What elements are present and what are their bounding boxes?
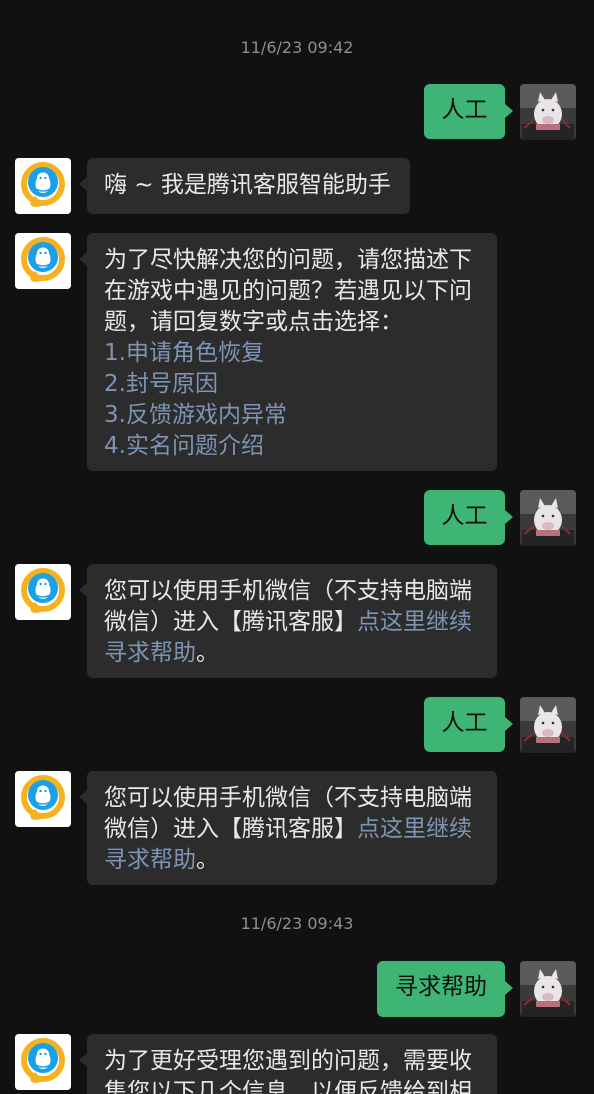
qq-penguin-logo-icon [15,771,71,827]
bot-avatar[interactable] [15,233,71,289]
option-link[interactable]: 2.封号原因 [104,369,480,400]
message-text-line: 您可以使用手机微信（不支持电脑端 [104,578,472,604]
message-text-line: 为了尽快解决您的问题，请您描述下 [104,247,472,273]
option-link[interactable]: 3.反馈游戏内异常 [104,400,480,431]
bot-avatar[interactable] [15,1034,71,1090]
message-text-line: 微信）进入【腾讯客服】点这里继续 [104,814,480,845]
user-avatar-image [520,697,576,753]
message-text-line: 寻求帮助。 [104,638,480,669]
user-avatar[interactable] [520,697,576,753]
incoming-message-bubble[interactable]: 您可以使用手机微信（不支持电脑端 微信）进入【腾讯客服】点这里继续 寻求帮助。 [79,771,497,885]
message-text: 。 [196,640,219,666]
incoming-message-bubble[interactable]: 您可以使用手机微信（不支持电脑端 微信）进入【腾讯客服】点这里继续 寻求帮助。 [79,564,497,678]
qq-penguin-logo-icon [15,233,71,289]
help-link[interactable]: 寻求帮助 [104,640,196,666]
message-text: 微信）进入【腾讯客服】 [104,816,357,842]
bot-avatar[interactable] [15,771,71,827]
qq-penguin-logo-icon [15,564,71,620]
message-text: 微信）进入【腾讯客服】 [104,609,357,635]
chat-area[interactable]: 11/6/23 09:42 人工 嗨 ~ 我是腾讯客服智能助手 为了尽快解决您的… [0,0,594,1094]
message-text-line: 题，请回复数字或点击选择： [104,309,403,335]
message-text-line: 集您以下几个信息，以便反馈给到相 [104,1079,472,1094]
bot-avatar[interactable] [15,564,71,620]
message-text-line: 您可以使用手机微信（不支持电脑端 [104,785,472,811]
user-avatar[interactable] [520,490,576,546]
user-avatar-image [520,84,576,140]
incoming-message-bubble[interactable]: 嗨 ~ 我是腾讯客服智能助手 [79,158,410,214]
user-avatar-image [520,490,576,546]
message-text: 。 [196,847,219,873]
message-text-line: 寻求帮助。 [104,845,480,876]
help-link[interactable]: 点这里继续 [357,816,472,842]
option-link[interactable]: 4.实名问题介绍 [104,431,480,462]
outgoing-message-bubble[interactable]: 人工 [424,490,513,545]
user-avatar-image [520,961,576,1017]
timestamp: 11/6/23 09:43 [240,914,354,933]
timestamp: 11/6/23 09:42 [240,38,354,57]
help-link[interactable]: 寻求帮助 [104,847,196,873]
outgoing-message-bubble[interactable]: 寻求帮助 [377,961,513,1017]
option-link[interactable]: 1.申请角色恢复 [104,338,480,369]
help-link[interactable]: 点这里继续 [357,609,472,635]
qq-penguin-logo-icon [15,158,71,214]
user-avatar[interactable] [520,961,576,1017]
outgoing-message-bubble[interactable]: 人工 [424,697,513,752]
message-text-line: 为了更好受理您遇到的问题，需要收 [104,1048,472,1074]
outgoing-message-bubble[interactable]: 人工 [424,84,513,139]
message-text-line: 微信）进入【腾讯客服】点这里继续 [104,607,480,638]
incoming-message-bubble[interactable]: 为了更好受理您遇到的问题，需要收 集您以下几个信息，以便反馈给到相 [79,1034,497,1094]
user-avatar[interactable] [520,84,576,140]
bot-avatar[interactable] [15,158,71,214]
incoming-message-bubble[interactable]: 为了尽快解决您的问题，请您描述下 在游戏中遇见的问题？若遇见以下问 题，请回复数… [79,233,497,471]
message-text-line: 在游戏中遇见的问题？若遇见以下问 [104,278,472,304]
qq-penguin-logo-icon [15,1034,71,1090]
